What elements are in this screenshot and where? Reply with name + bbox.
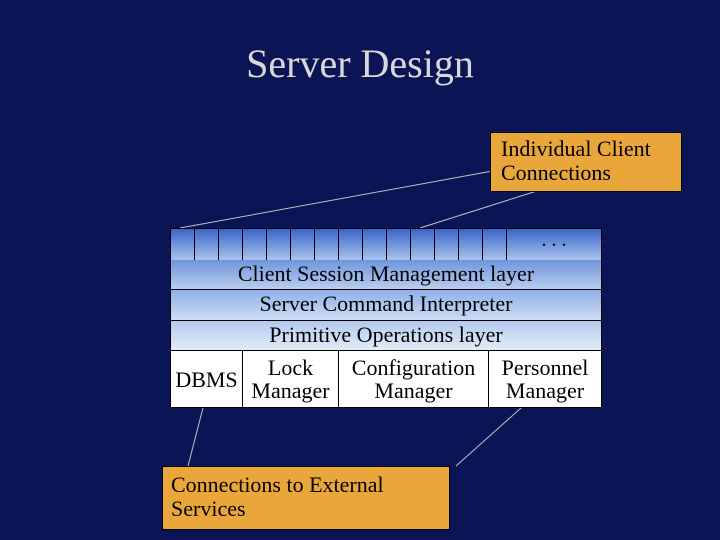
layer-command-interpreter: Server Command Interpreter xyxy=(170,290,602,320)
cell-lock-manager: Lock Manager xyxy=(243,351,339,407)
client-port xyxy=(267,229,291,260)
client-port xyxy=(243,229,267,260)
slide: Server Design Individual Client Connecti… xyxy=(0,0,720,540)
cell-config-manager: Configuration Manager xyxy=(339,351,489,407)
callout-external-services: Connections to External Services xyxy=(162,466,450,530)
client-ports-row: . . . xyxy=(170,228,602,260)
client-port xyxy=(483,229,507,260)
client-port xyxy=(291,229,315,260)
architecture-stack: . . . Client Session Management layer Se… xyxy=(170,228,602,408)
client-port-ellipsis: . . . xyxy=(507,229,602,260)
layer-client-session: Client Session Management layer xyxy=(170,260,602,290)
client-port xyxy=(171,229,195,260)
client-port xyxy=(459,229,483,260)
client-port xyxy=(219,229,243,260)
client-port xyxy=(363,229,387,260)
client-port xyxy=(387,229,411,260)
client-port xyxy=(195,229,219,260)
slide-title: Server Design xyxy=(0,40,720,87)
cell-personnel-manager: Personnel Manager xyxy=(489,351,601,407)
ellipsis-label: . . . xyxy=(542,229,567,252)
managers-row: DBMS Lock Manager Configuration Manager … xyxy=(170,351,602,408)
client-port xyxy=(411,229,435,260)
layer-primitive-ops: Primitive Operations layer xyxy=(170,321,602,351)
cell-dbms: DBMS xyxy=(171,351,243,407)
callout-individual-clients: Individual Client Connections xyxy=(490,132,682,192)
client-port xyxy=(435,229,459,260)
client-port xyxy=(315,229,339,260)
client-port xyxy=(339,229,363,260)
